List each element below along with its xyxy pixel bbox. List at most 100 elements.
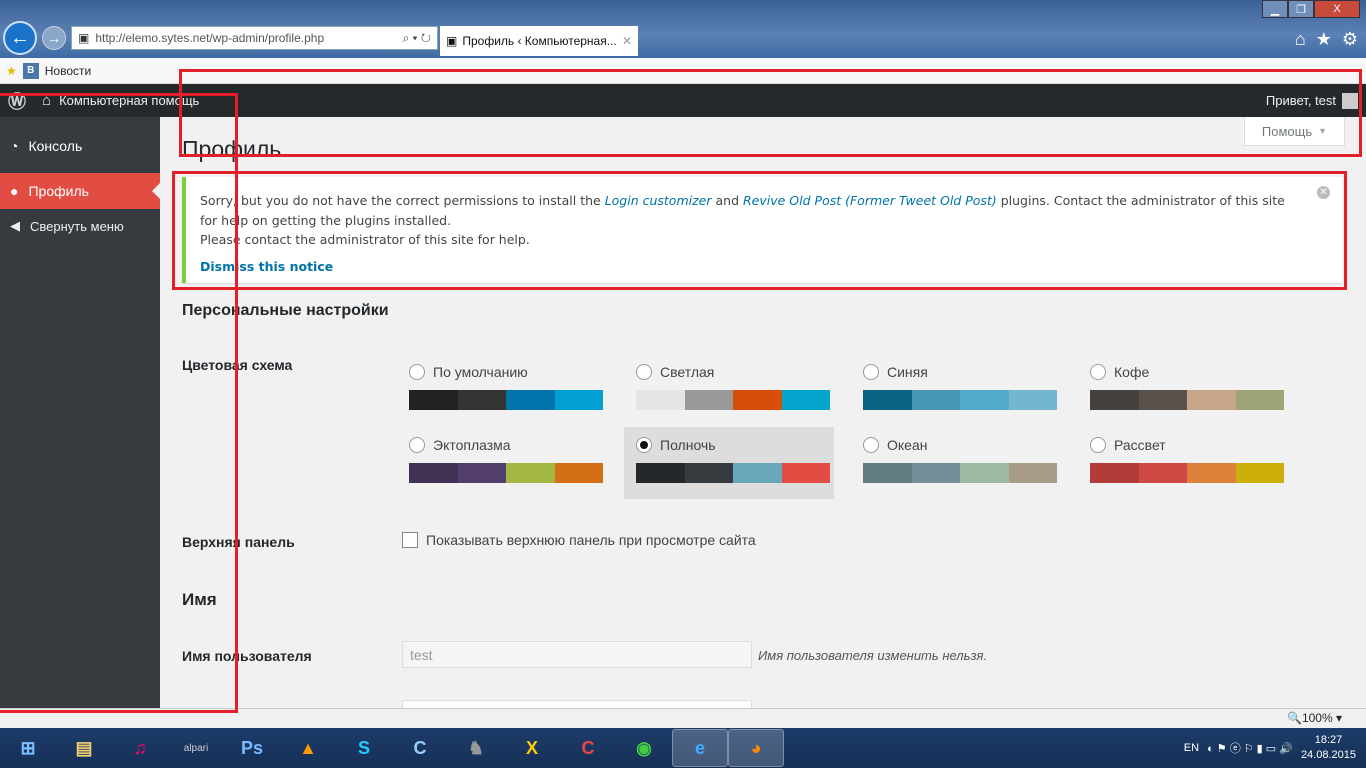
radio-button[interactable] — [636, 364, 652, 380]
admin-bar: Ⓦ ⌂ Компьютерная помощь Привет, test — [0, 84, 1366, 117]
username-hint: Имя пользователя изменить нельзя. — [758, 648, 988, 663]
next-field[interactable] — [402, 700, 752, 708]
color-scheme-option[interactable]: Кофе — [1078, 354, 1288, 426]
color-swatch — [684, 390, 733, 410]
radio-button[interactable] — [1090, 437, 1106, 453]
sidebar-item-profile[interactable]: ● Профиль — [0, 173, 160, 209]
system-tray: EN ◐ ⚑ ⓔ ⚐ ▮ ▭ 🔊 18:27 24.08.2015 — [1184, 733, 1366, 763]
internet-explorer-icon[interactable]: e — [672, 729, 728, 767]
toolbar-option[interactable]: Показывать верхнюю панель при просмотре … — [402, 532, 756, 548]
add-favorites-icon[interactable]: ★ — [6, 64, 17, 78]
time: 18:27 — [1314, 734, 1343, 746]
firefox-icon[interactable]: ◕ — [728, 729, 784, 767]
favorites-star-icon[interactable]: ★ — [1316, 29, 1332, 50]
color-swatch — [1187, 463, 1236, 483]
color-swatch — [684, 463, 733, 483]
app-c-icon[interactable]: C — [392, 729, 448, 767]
collapse-icon: ◀ — [10, 218, 20, 233]
help-button[interactable]: Помощь ▼ — [1244, 117, 1345, 146]
sidebar-item-collapse[interactable]: ◀ Свернуть меню — [0, 209, 160, 243]
app-x-icon[interactable]: X — [504, 729, 560, 767]
site-name-link[interactable]: Компьютерная помощь — [59, 93, 199, 108]
color-swatch — [733, 463, 782, 483]
scheme-name: Кофе — [1114, 364, 1150, 380]
radio-button[interactable] — [863, 437, 879, 453]
tray-icons[interactable]: ◐ ⚑ ⓔ ⚐ ▮ ▭ 🔊 — [1207, 740, 1293, 756]
color-swatch — [636, 463, 685, 483]
greeting[interactable]: Привет, test — [1266, 93, 1336, 108]
color-swatch — [911, 390, 960, 410]
color-scheme-option[interactable]: По умолчанию — [397, 354, 607, 426]
ccleaner-icon[interactable]: C — [560, 729, 616, 767]
minimize-button[interactable]: ▁ — [1262, 0, 1288, 18]
explorer-icon[interactable]: ▤ — [56, 729, 112, 767]
wordpress-logo-icon[interactable]: Ⓦ — [0, 88, 34, 114]
notice-text: and — [715, 193, 740, 208]
itunes-icon[interactable]: ♫ — [112, 729, 168, 767]
color-scheme-option[interactable]: Океан — [851, 427, 1061, 499]
alpari-icon[interactable]: alpari — [168, 729, 224, 767]
close-notice-icon[interactable]: ✕ — [1317, 186, 1330, 199]
forward-button[interactable]: → — [42, 26, 66, 50]
restore-button[interactable]: ❐ — [1288, 0, 1314, 18]
radio-button[interactable] — [863, 364, 879, 380]
notice-text: Sorry, but you do not have the correct p… — [200, 193, 601, 208]
radio-button[interactable] — [409, 437, 425, 453]
toolbar-checkbox[interactable] — [402, 532, 418, 548]
skype-icon[interactable]: S — [336, 729, 392, 767]
search-refresh-icon[interactable]: ⌕ ▾ ↻ — [402, 31, 437, 46]
color-swatch — [863, 463, 912, 483]
language-indicator[interactable]: EN — [1184, 742, 1199, 754]
chrome-icon[interactable]: ◉ — [616, 729, 672, 767]
color-swatch — [863, 390, 912, 410]
color-swatches — [636, 390, 830, 410]
scheme-name: Светлая — [660, 364, 715, 380]
login-customizer-link[interactable]: Login customizer — [605, 193, 712, 208]
radio-button[interactable] — [409, 364, 425, 380]
color-scheme-option[interactable]: Полночь — [624, 427, 834, 499]
close-tab-icon[interactable]: ✕ — [622, 34, 638, 48]
photoshop-icon[interactable]: Ps — [224, 729, 280, 767]
browser-tab[interactable]: ▣ Профиль ‹ Компьютерная... ✕ — [440, 26, 638, 56]
radio-button[interactable] — [636, 437, 652, 453]
scheme-name: Полночь — [660, 437, 716, 453]
zoom-level[interactable]: 🔍100% ▾ — [1287, 711, 1342, 725]
start-button[interactable]: ⊞ — [0, 729, 56, 767]
dismiss-notice-link[interactable]: Dismiss this notice — [200, 257, 1292, 277]
home-icon[interactable]: ⌂ — [1295, 29, 1306, 50]
color-scheme-option[interactable]: Эктоплазма — [397, 427, 607, 499]
gear-icon[interactable]: ⚙ — [1342, 29, 1358, 50]
username-field[interactable]: test — [402, 641, 752, 668]
clock[interactable]: 18:27 24.08.2015 — [1301, 733, 1356, 763]
username-label: Имя пользователя — [182, 648, 312, 664]
color-scheme-option[interactable]: Синяя — [851, 354, 1061, 426]
scheme-name: По умолчанию — [433, 364, 528, 380]
color-swatch — [554, 463, 603, 483]
vk-icon: B — [22, 62, 39, 79]
date: 24.08.2015 — [1300, 749, 1356, 761]
address-bar[interactable]: ▣ http://elemo.sytes.net/wp-admin/profile… — [71, 26, 438, 50]
color-swatch — [1138, 463, 1187, 483]
sidebar-item-console[interactable]: ◔ Консоль — [0, 128, 160, 164]
revive-old-post-link[interactable]: Revive Old Post (Former Tweet Old Post) — [743, 193, 997, 208]
tab-title: Профиль ‹ Компьютерная... — [462, 34, 617, 48]
radio-button[interactable] — [1090, 364, 1106, 380]
toolbar-checkbox-label[interactable]: Показывать верхнюю панель при просмотре … — [426, 532, 756, 548]
favorite-link[interactable]: Новости — [45, 64, 91, 78]
home-icon: ⌂ — [42, 92, 52, 109]
zoom-value: 100% — [1301, 711, 1333, 725]
help-label: Помощь — [1261, 123, 1313, 139]
color-swatch — [1187, 390, 1236, 410]
taskbar: ⊞ ▤ ♫ alpari Ps ▲ S C ♞ X C ◉ e ◕ EN ◐ ⚑… — [0, 728, 1366, 768]
color-scheme-picker: По умолчанию Светлая Синяя Кофе Эктоплазма По… — [409, 354, 1329, 499]
color-swatches — [863, 390, 1057, 410]
close-button[interactable]: X — [1314, 0, 1360, 18]
browser-tools: ⌂ ★ ⚙ — [1295, 29, 1358, 50]
color-scheme-option[interactable]: Светлая — [624, 354, 834, 426]
color-swatch — [1235, 463, 1284, 483]
back-button[interactable]: ← — [3, 21, 37, 55]
color-scheme-option[interactable]: Рассвет — [1078, 427, 1288, 499]
aimp-icon[interactable]: ▲ — [280, 729, 336, 767]
avatar[interactable] — [1342, 92, 1358, 109]
app-bird-icon[interactable]: ♞ — [448, 729, 504, 767]
